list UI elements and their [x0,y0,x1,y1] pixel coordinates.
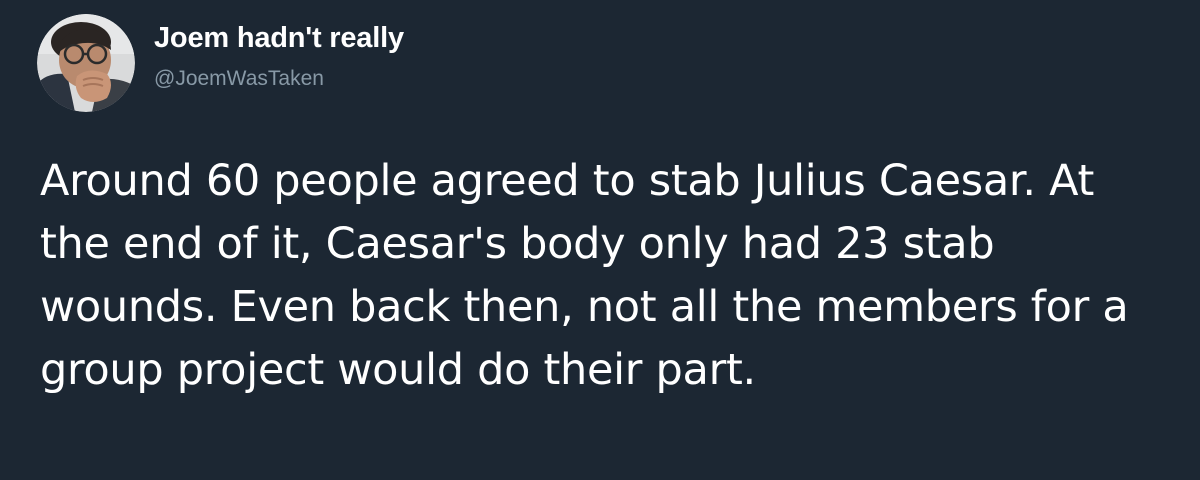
author-handle[interactable]: @JoemWasTaken [154,64,404,94]
author-names: Joem hadn't really @JoemWasTaken [154,20,404,94]
author-display-name[interactable]: Joem hadn't really [154,20,404,56]
tweet-text: Around 60 people agreed to stab Julius C… [40,156,1129,395]
tweet-header: Joem hadn't really @JoemWasTaken [37,14,404,112]
avatar-photo-icon [37,14,135,112]
avatar[interactable] [37,14,135,112]
tweet-card: Joem hadn't really @JoemWasTaken Around … [0,0,1200,480]
